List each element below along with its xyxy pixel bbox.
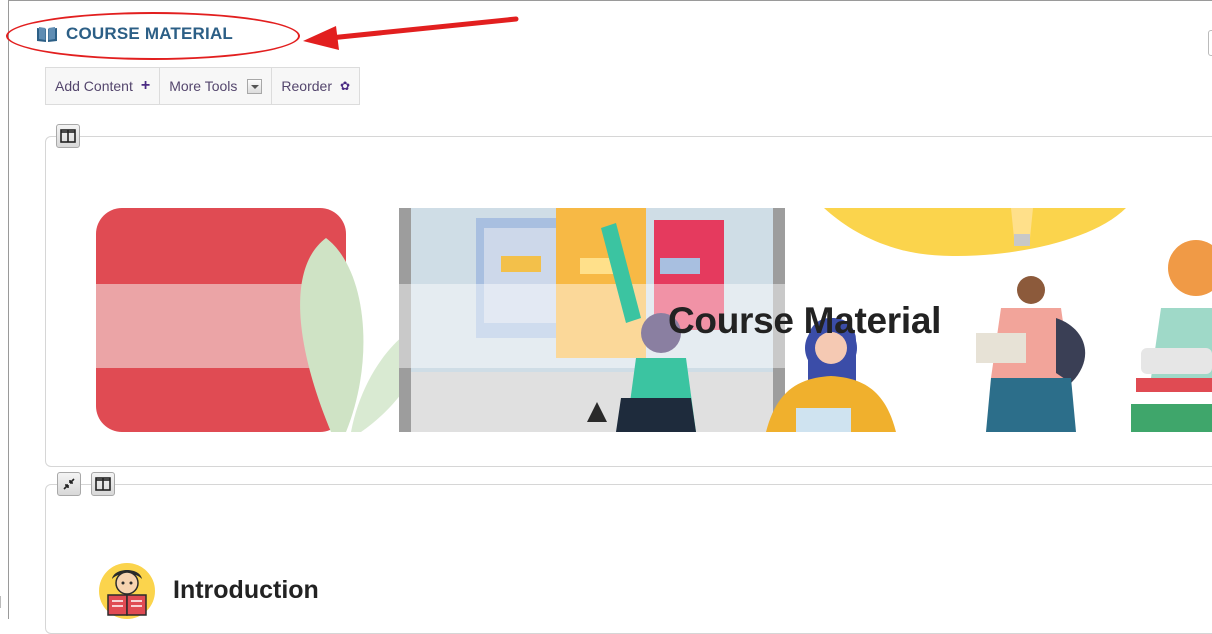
split-view-icon [60, 129, 76, 143]
student-reading-icon [98, 561, 156, 619]
dropdown-arrow-icon [247, 78, 263, 94]
course-banner-image [96, 208, 1212, 432]
split-view-button[interactable] [56, 124, 80, 148]
collapse-icon [63, 478, 75, 490]
highlight-circle [6, 12, 300, 60]
split-view-icon [95, 477, 111, 491]
add-content-label: Add Content [55, 78, 133, 94]
introduction-panel [45, 484, 1212, 634]
banner-title: Course Material [668, 300, 942, 341]
add-content-button[interactable]: Add Content + [46, 68, 159, 104]
reorder-button[interactable]: Reorder ✿ [271, 68, 359, 104]
more-tools-label: More Tools [169, 78, 238, 94]
content-toolbar: Add Content + More Tools Reorder ✿ [45, 67, 361, 105]
split-view-button-2[interactable] [91, 472, 115, 496]
gear-icon: ✿ [340, 79, 351, 93]
reorder-label: Reorder [281, 78, 332, 94]
collapse-button[interactable] [57, 472, 81, 496]
left-edge-marker [0, 596, 8, 608]
right-edge-tab[interactable] [1208, 30, 1212, 56]
more-tools-button[interactable]: More Tools [159, 68, 271, 104]
plus-icon: + [140, 77, 151, 94]
section-title-introduction[interactable]: Introduction [173, 576, 319, 605]
